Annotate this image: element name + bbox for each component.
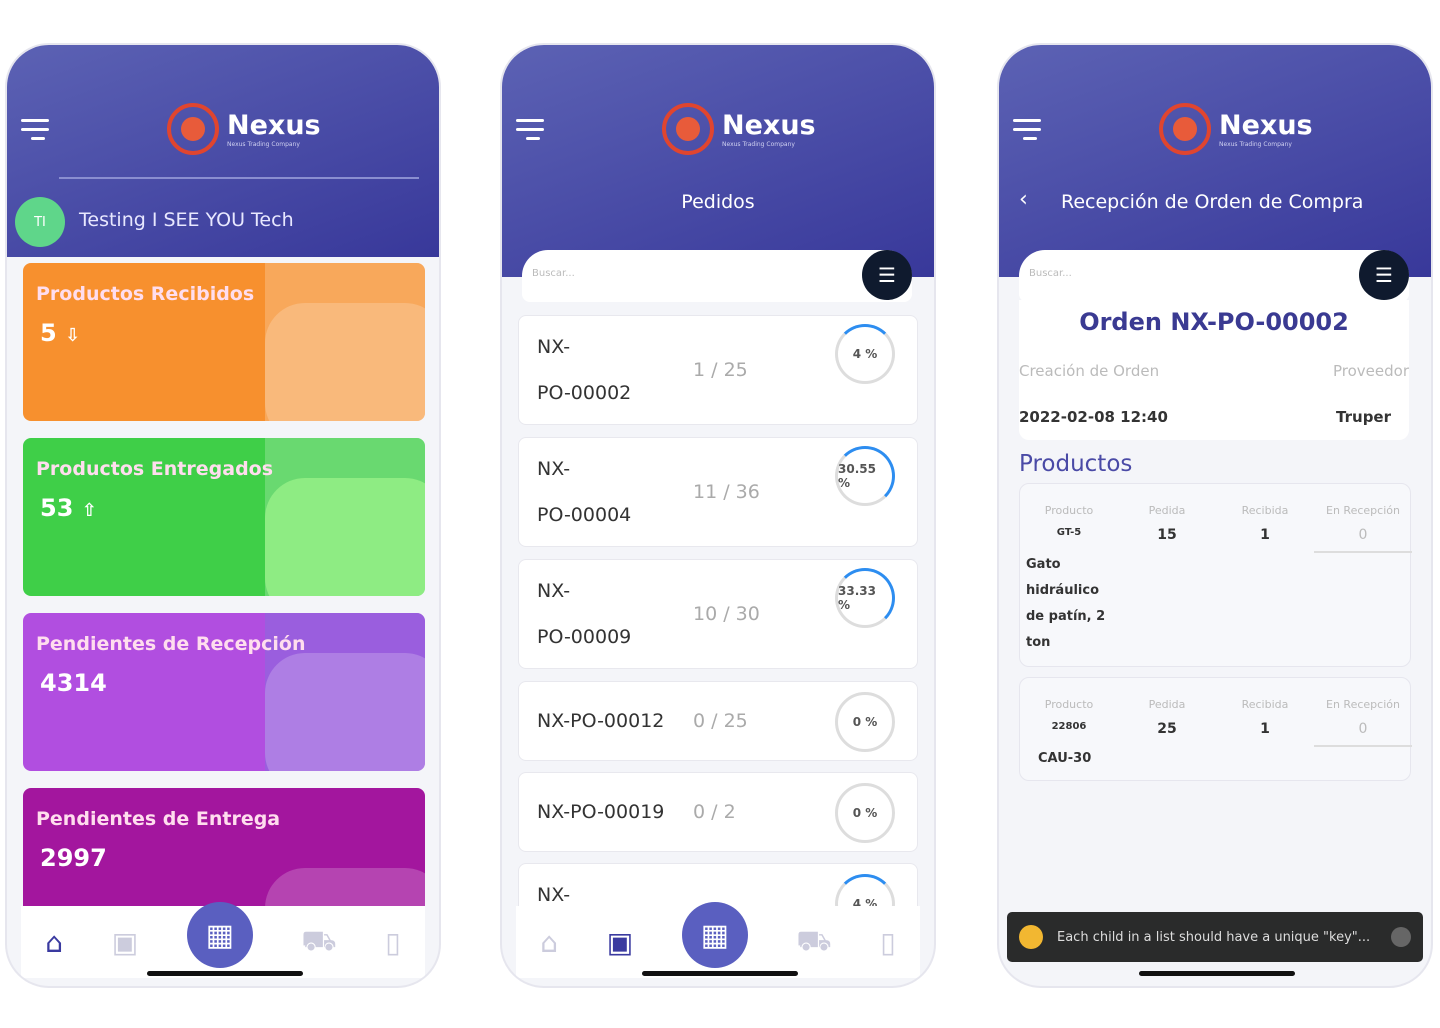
order-quantity: 11 / 36 (693, 481, 760, 503)
filter-button[interactable]: ☰ (1359, 250, 1409, 300)
supplier-label: Proveedor (1333, 362, 1409, 380)
column-header: Pedida (1148, 698, 1186, 711)
order-quantity: 0 / 25 (693, 710, 748, 732)
qr-scan-button[interactable]: ▦ (681, 902, 748, 968)
column-header: Pedida (1148, 504, 1186, 517)
arrow-down-icon: ⇩ (65, 325, 81, 346)
box-icon[interactable]: ▣ (112, 926, 138, 959)
clipboard-icon[interactable]: ▯ (880, 926, 895, 959)
truck-icon[interactable]: ⛟ (301, 924, 336, 961)
progress-ring: 30.55 % (835, 446, 895, 506)
products-heading: Productos (1019, 451, 1133, 477)
receiving-input[interactable]: 0 (1314, 721, 1412, 747)
truck-icon[interactable]: ⛟ (796, 924, 831, 961)
product-card: Producto 22806 Pedida 25 Recibida 1 En Rece… (1019, 677, 1412, 781)
order-code: NX- (537, 580, 571, 602)
sliders-icon: ☰ (878, 263, 896, 287)
header: Nexus Nexus Trading Company Pedidos (502, 45, 934, 277)
order-code: NX-PO-00012 (537, 710, 665, 732)
order-code: NX- (537, 336, 571, 358)
qr-scan-button[interactable]: ▦ (186, 902, 253, 968)
phone-dashboard: Nexus Nexus Trading Company TI Testing I … (5, 43, 441, 988)
bottom-nav: ⌂ ▣ ▦ ⛟ ▯ (516, 902, 920, 978)
cell-value: 22806 (1051, 721, 1087, 732)
card-pending-reception[interactable]: Pendientes de Recepción 4314 (23, 613, 425, 771)
page-title: Pedidos (681, 191, 755, 213)
order-code-cont: PO-00004 (537, 504, 632, 526)
order-code: NX- (537, 458, 571, 480)
progress-ring: 0 % (835, 692, 895, 752)
progress-ring: 0 % (835, 783, 895, 843)
menu-icon[interactable] (21, 119, 49, 146)
arrow-up-icon: ⇧ (81, 500, 97, 521)
progress-ring: 4 % (835, 324, 895, 384)
progress-ring: 33.33 % (835, 568, 895, 628)
logo: Nexus Nexus Trading Company (167, 103, 321, 155)
order-row[interactable]: NX- PO-00004 11 / 36 30.55 % (518, 437, 918, 547)
sliders-icon: ☰ (1375, 263, 1393, 287)
product-name: CAU-30 (1038, 751, 1092, 766)
created-label: Creación de Orden (1019, 362, 1160, 380)
order-row[interactable]: NX- PO-00002 1 / 25 4 % (518, 315, 918, 425)
cell-value: 25 (1157, 721, 1177, 737)
menu-icon[interactable] (1013, 119, 1041, 146)
cell-value: GT-5 (1056, 527, 1082, 538)
toast[interactable]: Each child in a list should have a uniqu… (1007, 912, 1423, 962)
order-card: Orden NX-PO-00002 Creación de Orden Prov… (1019, 300, 1409, 440)
order-row[interactable]: NX-PO-00019 0 / 2 0 % (518, 772, 918, 852)
home-icon[interactable]: ⌂ (45, 926, 63, 959)
card-received[interactable]: Productos Recibidos 5 ⇩ (23, 263, 425, 421)
warning-icon (1019, 925, 1043, 949)
header: Nexus Nexus Trading Company TI Testing I … (7, 45, 439, 257)
order-quantity: 0 / 2 (693, 801, 736, 823)
filter-button[interactable]: ☰ (862, 250, 912, 300)
column-header: Producto (1044, 504, 1094, 517)
cell-value: 15 (1157, 527, 1177, 543)
card-pending-delivery[interactable]: Pendientes de Entrega 2997 (23, 788, 425, 918)
search-input[interactable]: Buscar... (1019, 250, 1409, 302)
menu-icon[interactable] (516, 119, 544, 146)
order-code-cont: PO-00002 (537, 382, 632, 404)
clipboard-icon[interactable]: ▯ (385, 926, 400, 959)
phone-orders: Nexus Nexus Trading Company Pedidos Busca… (500, 43, 936, 988)
order-code: NX-PO-00019 (537, 801, 665, 823)
toast-message: Each child in a list should have a uniqu… (1057, 929, 1371, 945)
close-icon[interactable] (1391, 927, 1411, 947)
box-icon[interactable]: ▣ (607, 926, 633, 959)
order-row[interactable]: NX-PO-00012 0 / 25 0 % (518, 681, 918, 761)
home-icon[interactable]: ⌂ (540, 926, 558, 959)
order-code: NX- (537, 884, 571, 906)
created-value: 2022-02-08 12:40 (1019, 408, 1168, 426)
receiving-input[interactable]: 0 (1314, 527, 1412, 553)
header: Nexus Nexus Trading Company ‹ Recepción d… (999, 45, 1431, 277)
avatar: TI (15, 197, 65, 247)
card-delivered[interactable]: Productos Entregados 53 ⇧ (23, 438, 425, 596)
column-header: Recibida (1241, 504, 1289, 517)
logo: Nexus Nexus Trading Company (1159, 103, 1313, 155)
back-icon[interactable]: ‹ (1019, 187, 1028, 212)
order-quantity: 1 / 25 (693, 359, 748, 381)
order-code-cont: PO-00009 (537, 626, 632, 648)
product-name: Gato hidráulico de patín, 2 ton (1026, 557, 1106, 650)
column-header: En Recepción (1326, 504, 1400, 517)
bottom-nav: ⌂ ▣ ▦ ⛟ ▯ (21, 902, 425, 978)
page-title: Recepción de Orden de Compra (1061, 191, 1364, 213)
supplier-value: Truper (1336, 408, 1391, 426)
phone-order-reception: Nexus Nexus Trading Company ‹ Recepción d… (997, 43, 1433, 988)
order-quantity: 10 / 30 (693, 603, 760, 625)
order-row[interactable]: NX- PO-00009 10 / 30 33.33 % (518, 559, 918, 669)
search-input[interactable]: Buscar... (522, 250, 912, 302)
order-title: Orden NX-PO-00002 (1079, 308, 1349, 336)
product-card: Producto GT-5 Pedida 15 Recibida 1 En Recep… (1019, 483, 1412, 667)
cell-value: 1 (1260, 527, 1270, 543)
column-header: Recibida (1241, 698, 1289, 711)
column-header: Producto (1044, 698, 1094, 711)
column-header: En Recepción (1326, 698, 1400, 711)
cell-value: 1 (1260, 721, 1270, 737)
user-name: Testing I SEE YOU Tech (79, 209, 294, 231)
logo: Nexus Nexus Trading Company (662, 103, 816, 155)
